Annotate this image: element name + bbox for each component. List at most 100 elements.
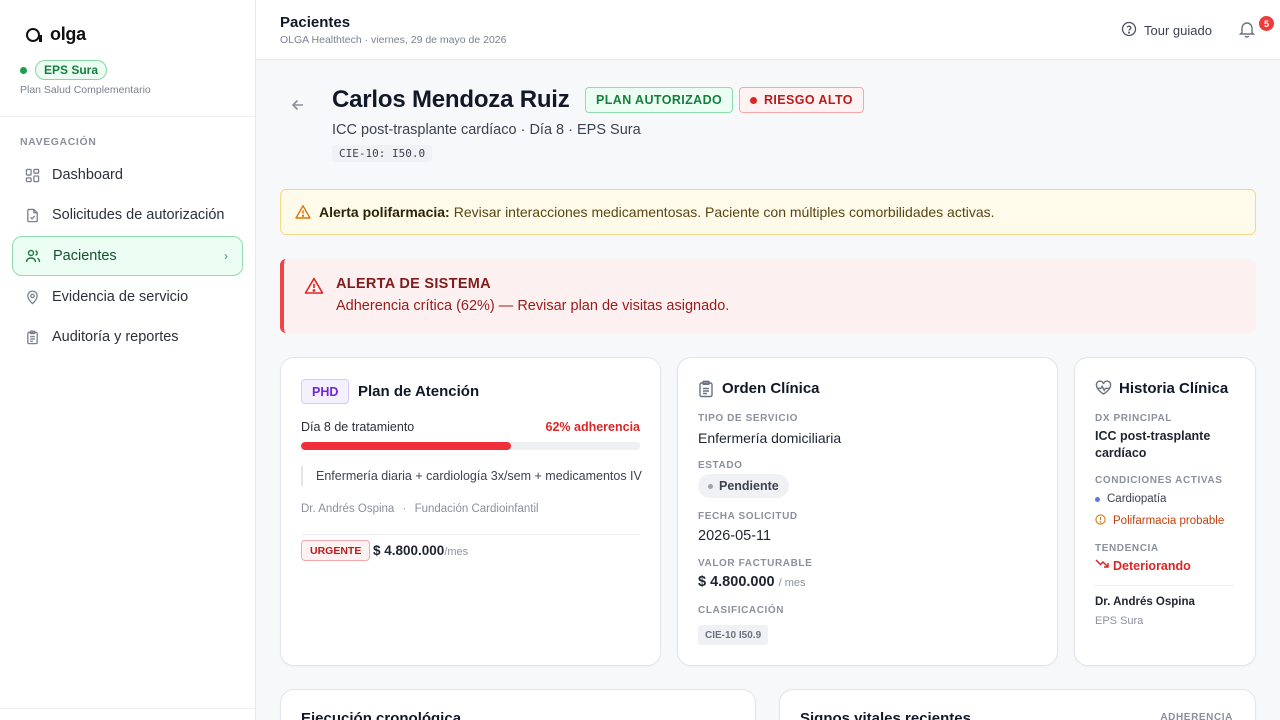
bell-icon — [1237, 22, 1257, 43]
sidebar-item-label: Evidencia de servicio — [52, 289, 189, 305]
price-unit: /mes — [444, 546, 469, 558]
doctor-name: Dr. Andrés Ospina — [1095, 596, 1195, 608]
card-title: Signos vitales recientes — [800, 710, 971, 720]
adherence-progress-bar — [301, 442, 640, 450]
clinical-order-card[interactable]: Orden Clínica TIPO DE SERVICIO Enfermerí… — [677, 357, 1058, 666]
service-type-value: Enfermería domiciliaria — [698, 430, 842, 446]
card-title: Orden Clínica — [722, 380, 820, 397]
plan-price: $ 4.800.000/mes — [373, 543, 468, 558]
trend-value: Deteriorando — [1095, 558, 1191, 573]
billing-label: VALOR FACTURABLE — [698, 558, 813, 569]
sidebar-item-pacientes[interactable]: Pacientes › — [12, 236, 243, 276]
timeline-card[interactable]: Ejecución cronológica — [280, 689, 756, 720]
trending-down-icon — [1095, 558, 1109, 573]
care-plan-card[interactable]: PHD Plan de Atención Día 8 de tratamient… — [280, 357, 661, 666]
sidebar-item-evidencia[interactable]: Evidencia de servicio — [12, 278, 243, 316]
request-date-label: FECHA SOLICITUD — [698, 511, 798, 522]
eps-badge: EPS Sura — [35, 60, 108, 80]
service-type-label: TIPO DE SERVICIO — [698, 413, 798, 424]
adherence-progress-fill — [301, 442, 512, 450]
sidebar-nav: Dashboard Solicitudes de autorización Pa… — [12, 156, 243, 358]
tour-button[interactable]: Tour guiado — [1121, 21, 1212, 40]
trend-text: Deteriorando — [1113, 558, 1191, 573]
dx-value: ICC post-trasplante cardíaco — [1095, 429, 1211, 460]
risk-dot-icon — [750, 96, 757, 104]
clipboard-icon — [24, 329, 40, 345]
condition-item: Cardiopatía — [1095, 493, 1166, 505]
adherence-value: 62% adherencia — [545, 420, 641, 434]
sidebar-item-auditoria[interactable]: Auditoría y reportes — [12, 318, 243, 356]
eps-name: EPS Sura — [1095, 615, 1144, 627]
brand-logo[interactable]: olga — [26, 24, 86, 45]
sidebar-item-label: Dashboard — [52, 167, 123, 183]
priority-badge: URGENTE — [301, 540, 371, 561]
cie-code: CIE-10: I50.0 — [332, 145, 433, 162]
system-alert: ALERTA DE SISTEMA Adherencia crítica (62… — [280, 259, 1256, 333]
billing-value: $ 4.800.000 / mes — [698, 574, 806, 590]
arrow-left-icon — [291, 99, 303, 111]
page-subtitle: OLGA Healthtech · viernes, 29 de mayo de… — [280, 34, 507, 46]
plan-description: Enfermería diaria + cardiología 3x/sem +… — [301, 466, 642, 486]
adherence-label: ADHERENCIA — [1160, 712, 1233, 720]
sidebar: olga EPS Sura Plan Salud Complementario … — [0, 0, 256, 720]
chevron-right-icon: › — [224, 249, 228, 263]
map-pin-icon — [24, 289, 40, 305]
card-title: Historia Clínica — [1119, 380, 1229, 397]
back-button[interactable] — [289, 96, 307, 114]
notifications-button[interactable] — [1237, 19, 1259, 41]
divider — [0, 708, 255, 709]
divider — [301, 534, 640, 535]
risk-badge-label: RIESGO ALTO — [764, 93, 853, 107]
conditions-label: CONDICIONES ACTIVAS — [1095, 475, 1223, 486]
billing-unit: / mes — [778, 577, 806, 589]
request-date-value: 2026-05-11 — [698, 528, 772, 544]
warning-triangle-icon — [295, 204, 311, 220]
brand-name: olga — [50, 24, 86, 44]
alert-circle-icon — [1095, 514, 1106, 528]
status-badge: Pendiente — [698, 474, 789, 498]
plan-type-tag: PHD — [301, 379, 350, 404]
divider — [0, 116, 255, 117]
separator: · — [402, 503, 407, 515]
alert-title: Alerta polifarmacia: — [319, 204, 450, 220]
plan-provider: Dr. Andrés Ospina · Fundación Cardioinfa… — [301, 503, 539, 515]
grid-icon — [24, 167, 40, 183]
billing-amount: $ 4.800.000 — [698, 574, 775, 590]
sidebar-item-solicitudes[interactable]: Solicitudes de autorización — [12, 196, 243, 234]
price-value: $ 4.800.000 — [373, 543, 445, 558]
sidebar-item-dashboard[interactable]: Dashboard — [12, 156, 243, 194]
condition-label: Polifarmacia probable — [1113, 515, 1225, 527]
system-alert-text: Adherencia crítica (62%) — Revisar plan … — [336, 298, 730, 314]
plan-name: Plan Salud Complementario — [20, 84, 151, 96]
status-label: ESTADO — [698, 460, 743, 471]
condition-label: Cardiopatía — [1107, 493, 1167, 505]
patient-subtitle: ICC post-trasplante cardíaco · Día 8 · E… — [332, 122, 641, 138]
status-dot-icon — [20, 66, 27, 74]
help-circle-icon — [1121, 21, 1137, 40]
notification-count-badge: 5 — [1259, 16, 1274, 31]
institution-name: Fundación Cardioinfantil — [414, 503, 539, 515]
treatment-day: Día 8 de tratamiento — [301, 420, 415, 434]
trend-label: TENDENCIA — [1095, 543, 1159, 554]
file-check-icon — [24, 207, 40, 223]
classification-badge: CIE-10 I50.9 — [698, 625, 769, 645]
alert-text: Revisar interacciones medicamentosas. Pa… — [453, 204, 995, 220]
polypharmacy-alert: Alerta polifarmacia: Revisar interaccion… — [280, 189, 1256, 235]
vitals-card[interactable]: Signos vitales recientes ADHERENCIA — [779, 689, 1256, 720]
card-title: Plan de Atención — [358, 383, 480, 400]
clinical-history-card[interactable]: Historia Clínica DX PRINCIPAL ICC post-t… — [1074, 357, 1256, 666]
heart-pulse-icon — [1095, 380, 1112, 401]
page-title: Pacientes — [280, 14, 351, 31]
sidebar-item-label: Solicitudes de autorización — [52, 207, 225, 223]
plan-status-badge: PLAN AUTORIZADO — [585, 87, 734, 113]
sidebar-item-label: Pacientes — [53, 248, 117, 264]
eps-indicator: EPS Sura — [20, 60, 108, 80]
card-title: Ejecución cronológica — [301, 710, 462, 720]
olga-logo-icon — [26, 27, 42, 42]
status-value: Pendiente — [719, 479, 779, 493]
clipboard-icon — [698, 380, 714, 403]
nav-heading: NAVEGACIÓN — [20, 136, 97, 148]
bullet-dot-icon — [1095, 496, 1100, 502]
sidebar-item-label: Auditoría y reportes — [52, 329, 179, 345]
dx-label: DX PRINCIPAL — [1095, 413, 1173, 424]
